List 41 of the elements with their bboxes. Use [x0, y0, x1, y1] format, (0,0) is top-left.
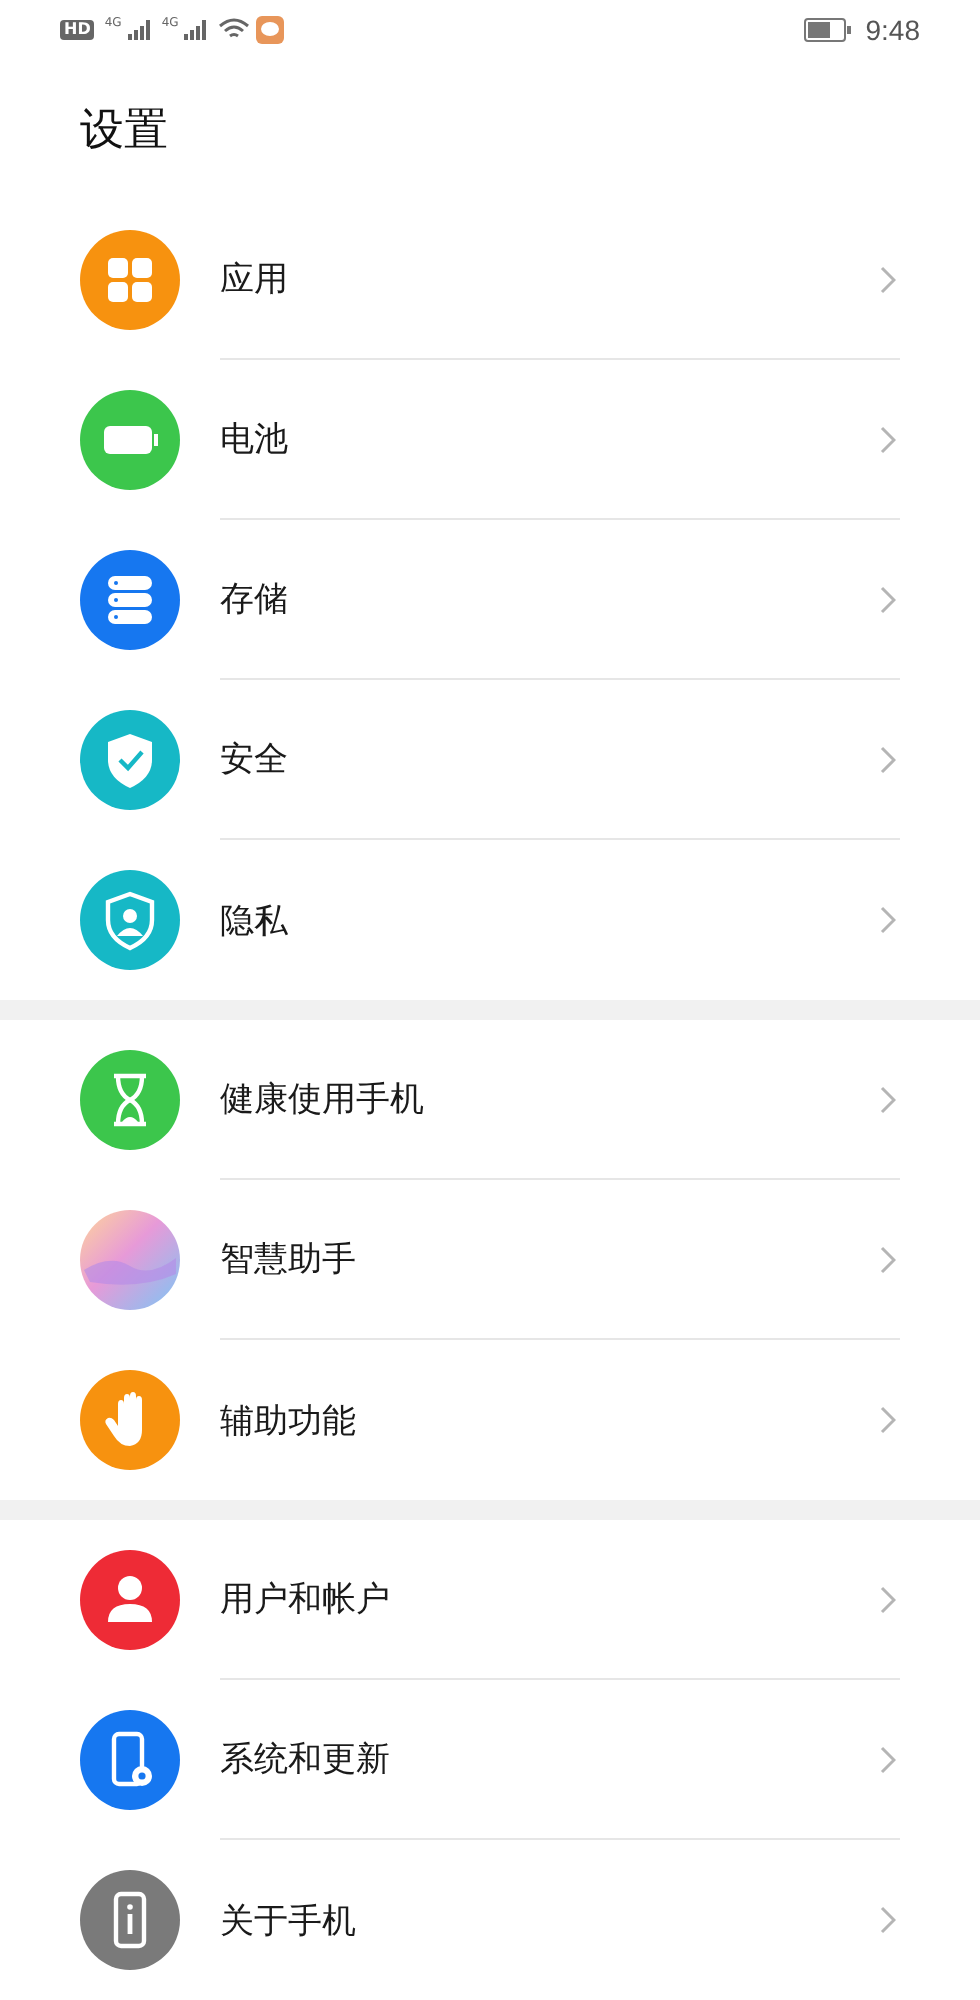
hd-badge: HD [60, 20, 95, 40]
item-label: 应用 [220, 258, 290, 302]
signal-icon [127, 20, 152, 40]
item-label: 电池 [220, 418, 290, 462]
item-label: 存储 [220, 578, 290, 622]
settings-item[interactable]: 系统和更新 [0, 1680, 980, 1840]
settings-item[interactable]: 隐私 [0, 840, 980, 1000]
wifi-icon [218, 18, 251, 42]
settings-item[interactable]: 安全 [0, 680, 980, 840]
settings-item[interactable]: 用户和帐户 [0, 1520, 980, 1680]
settings-item[interactable]: 电池 [0, 360, 980, 520]
settings-item[interactable]: 关于手机 [0, 1840, 980, 2000]
item-label: 智慧助手 [220, 1238, 358, 1282]
message-app-icon [256, 16, 285, 44]
chevron-icon [880, 1085, 896, 1113]
settings-item[interactable]: 辅助功能 [0, 1340, 980, 1500]
settings-item[interactable]: 智慧助手 [0, 1180, 980, 1340]
item-label: 安全 [220, 738, 290, 782]
settings-item[interactable]: 健康使用手机 [0, 1020, 980, 1180]
status-time: 9:48 [865, 14, 920, 46]
chevron-icon [880, 1906, 896, 1934]
chevron-icon [880, 425, 896, 453]
item-label: 用户和帐户 [220, 1578, 392, 1622]
item-label: 健康使用手机 [220, 1078, 426, 1122]
chevron-icon [880, 1245, 896, 1273]
chevron-icon [880, 1745, 896, 1773]
page-title: 设置 [0, 60, 980, 200]
chevron-icon [880, 265, 896, 293]
chevron-icon [880, 906, 896, 934]
chevron-icon [880, 745, 896, 773]
item-label: 关于手机 [220, 1899, 358, 1943]
chevron-icon [880, 585, 896, 613]
item-label: 系统和更新 [220, 1738, 392, 1782]
signal-icon [184, 20, 209, 40]
chevron-icon [880, 1406, 896, 1434]
chevron-icon [880, 1585, 896, 1613]
item-label: 辅助功能 [220, 1399, 358, 1443]
settings-item[interactable]: 存储 [0, 520, 980, 680]
battery-icon [803, 18, 852, 42]
settings-item[interactable]: 应用 [0, 200, 980, 360]
item-label: 隐私 [220, 899, 290, 943]
